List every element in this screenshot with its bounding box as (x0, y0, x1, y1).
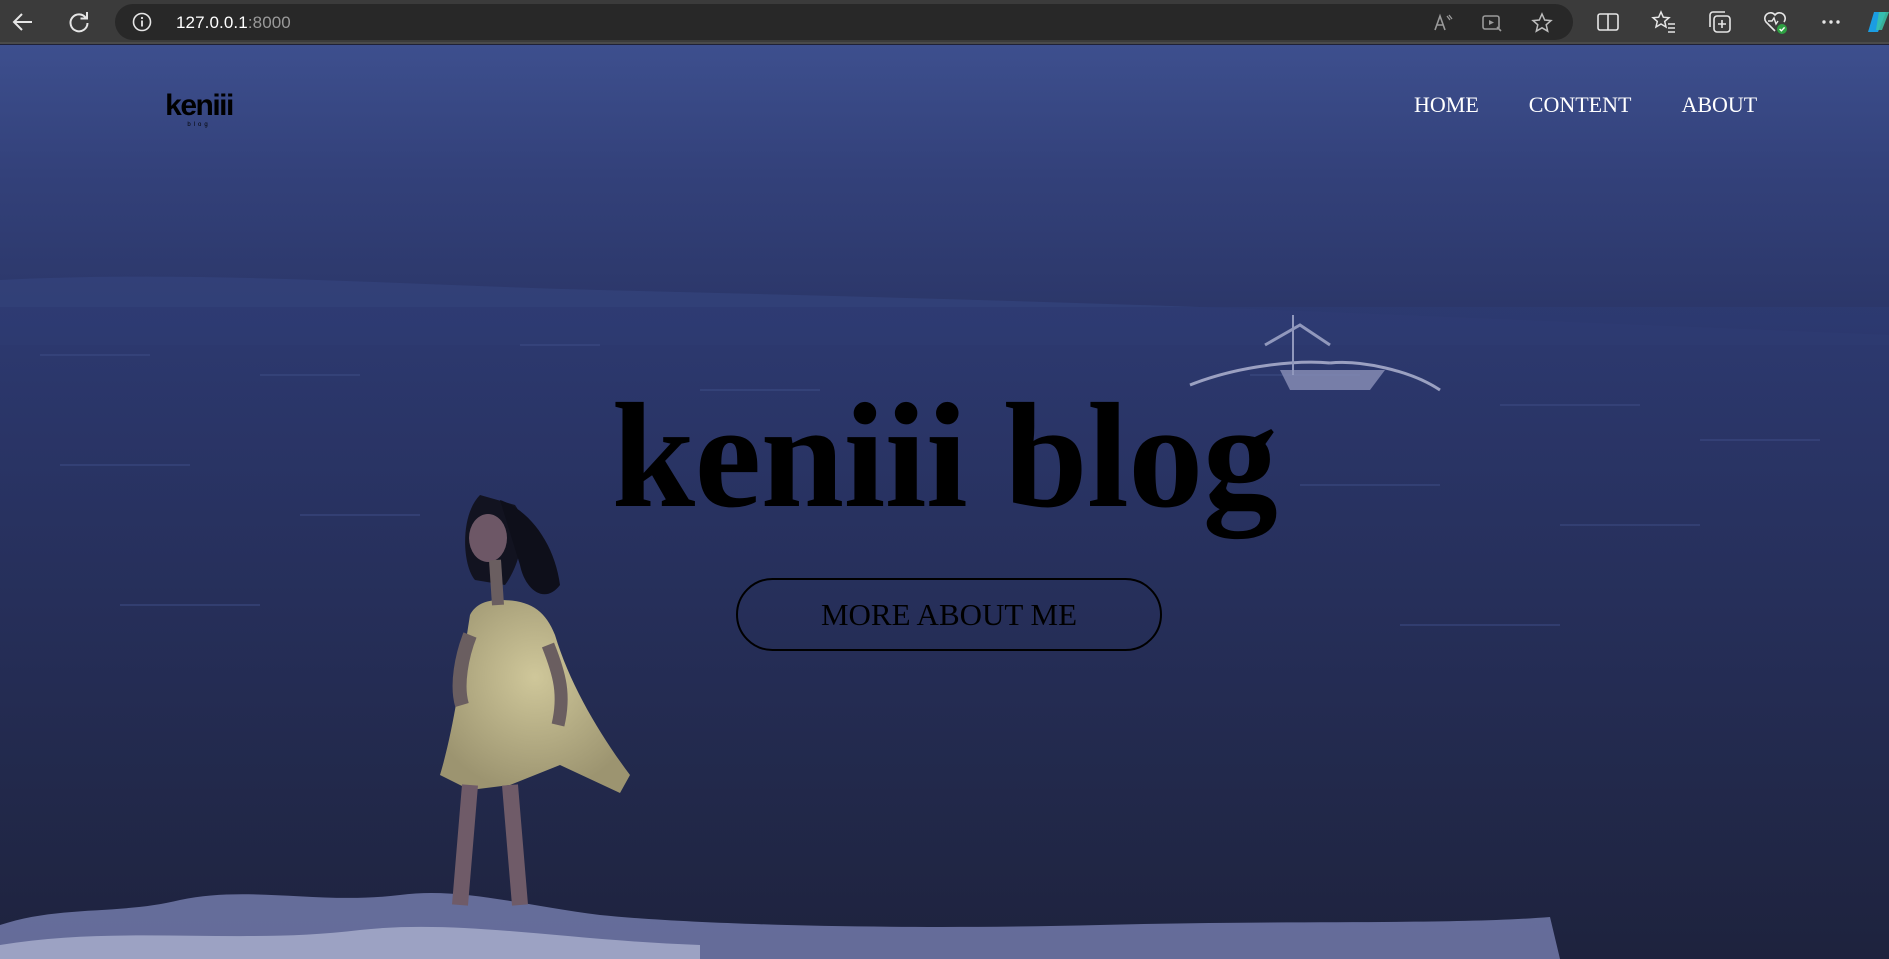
site-logo[interactable]: keniii blog (164, 91, 234, 131)
split-screen-icon[interactable] (1595, 9, 1621, 35)
url-port: :8000 (247, 13, 291, 32)
reload-icon[interactable] (59, 2, 99, 42)
info-icon[interactable] (132, 12, 152, 32)
nav-about-link[interactable]: ABOUT (1681, 90, 1757, 120)
read-aloud-icon[interactable] (1432, 12, 1454, 34)
more-icon[interactable] (1818, 9, 1844, 35)
logo-subtext: blog (187, 122, 211, 128)
address-bar[interactable]: 127.0.0.1:8000 (115, 4, 1573, 40)
copilot-icon[interactable] (1866, 10, 1889, 34)
logo-text: keniii (165, 89, 234, 122)
hero-section: keniii blog HOME CONTENT ABOUT keniii bl… (0, 45, 1889, 959)
media-icon[interactable] (1481, 12, 1503, 34)
site-navigation: HOME CONTENT ABOUT (1414, 90, 1757, 120)
hero-title: keniii blog (611, 373, 1278, 539)
back-icon[interactable] (3, 2, 43, 42)
collections-icon[interactable] (1707, 9, 1733, 35)
nav-home-link[interactable]: HOME (1414, 90, 1479, 120)
favorites-icon[interactable] (1651, 9, 1677, 35)
nav-content-link[interactable]: CONTENT (1529, 90, 1632, 120)
url-text[interactable]: 127.0.0.1:8000 (176, 13, 291, 33)
favorite-star-icon[interactable] (1531, 12, 1553, 34)
more-about-me-button[interactable]: MORE ABOUT ME (736, 578, 1162, 651)
browser-toolbar: 127.0.0.1:8000 (0, 0, 1889, 44)
url-host: 127.0.0.1 (176, 13, 248, 32)
browser-essentials-icon[interactable] (1762, 9, 1788, 35)
